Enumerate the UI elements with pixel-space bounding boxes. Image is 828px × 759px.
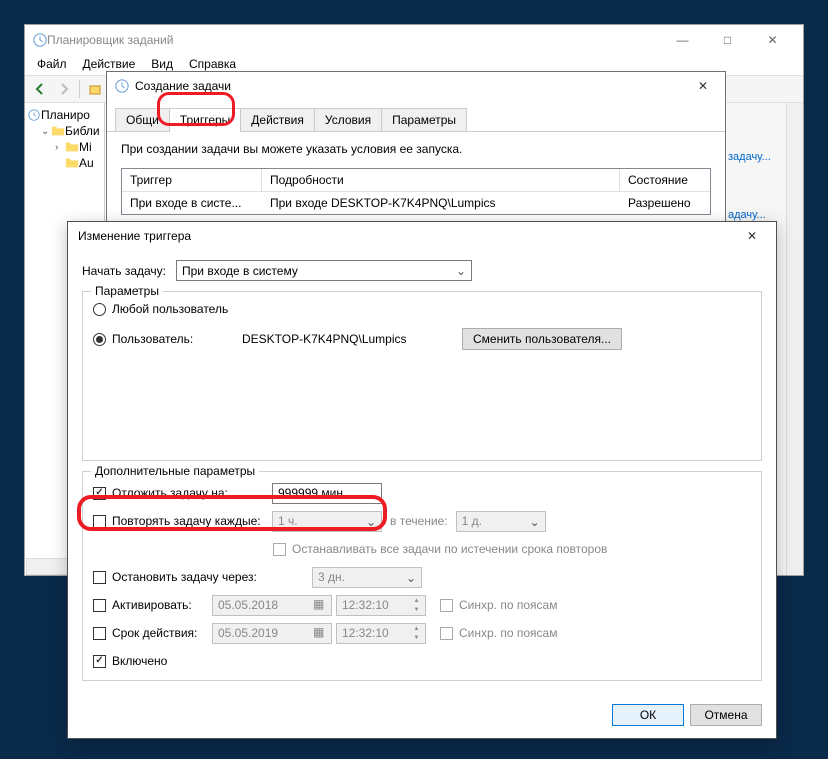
checkbox-delay[interactable] xyxy=(93,487,106,500)
trigger-table: Триггер Подробности Состояние При входе … xyxy=(121,168,711,215)
scrollbar[interactable] xyxy=(786,103,803,575)
maximize-button[interactable]: □ xyxy=(705,26,750,54)
column-details[interactable]: Подробности xyxy=(262,169,620,191)
chevron-down-icon: ⌄ xyxy=(403,570,419,586)
toolbar-action-icon[interactable] xyxy=(84,78,106,100)
radio-specific-user[interactable] xyxy=(93,333,106,346)
repeat-label: Повторять задачу каждые: xyxy=(112,514,272,528)
tab-conditions[interactable]: Условия xyxy=(314,108,382,131)
column-trigger[interactable]: Триггер xyxy=(122,169,262,191)
checkbox-enabled[interactable] xyxy=(93,655,106,668)
chevron-down-icon[interactable]: ⌄ xyxy=(41,126,51,137)
tabs: Общи Триггеры Действия Условия Параметры xyxy=(107,108,725,132)
tab-settings[interactable]: Параметры xyxy=(381,108,467,131)
checkbox-stop-after[interactable] xyxy=(93,571,106,584)
duration-label: в течение: xyxy=(390,514,448,528)
cancel-button[interactable]: Отмена xyxy=(690,704,762,726)
change-user-button[interactable]: Сменить пользователя... xyxy=(462,328,622,350)
calendar-icon: ▦ xyxy=(313,597,329,613)
tab-general[interactable]: Общи xyxy=(115,108,170,131)
column-status[interactable]: Состояние xyxy=(620,169,710,191)
chevron-down-icon: ⌄ xyxy=(453,263,469,279)
activate-label: Активировать: xyxy=(112,598,212,612)
activate-date-input: 05.05.2018 ▦ xyxy=(212,595,332,616)
main-title: Планировщик заданий xyxy=(47,33,660,47)
tab-description: При создании задачи вы можете указать ус… xyxy=(121,142,711,156)
create-title: Создание задачи xyxy=(135,79,689,93)
table-row[interactable]: При входе в систе... При входе DESKTOP-K… xyxy=(122,192,710,214)
tree-library[interactable]: ⌄ Библи xyxy=(27,123,102,139)
main-titlebar[interactable]: Планировщик заданий ― □ ✕ xyxy=(25,25,803,55)
tree-item[interactable]: Au xyxy=(27,155,102,171)
clock-icon xyxy=(115,79,129,93)
advanced-legend: Дополнительные параметры xyxy=(91,464,259,478)
forward-button[interactable] xyxy=(53,78,75,100)
begin-task-combo[interactable]: При входе в систему ⌄ xyxy=(176,260,472,281)
clock-icon xyxy=(27,108,41,122)
expire-date-input: 05.05.2019 ▦ xyxy=(212,623,332,644)
begin-task-label: Начать задачу: xyxy=(82,264,176,278)
spinner-icon: ▲▼ xyxy=(409,596,424,614)
stop-all-label: Останавливать все задачи по истечении ср… xyxy=(292,542,607,556)
sync-tz-label: Синхр. по поясам xyxy=(459,598,557,612)
close-button[interactable]: ✕ xyxy=(738,226,766,246)
delay-label: Отложить задачу на: xyxy=(112,486,272,500)
folder-icon xyxy=(65,156,79,170)
menu-file[interactable]: Файл xyxy=(29,55,75,75)
expire-label: Срок действия: xyxy=(112,626,212,640)
tab-triggers[interactable]: Триггеры xyxy=(169,108,242,131)
checkbox-sync-tz xyxy=(440,627,453,640)
activate-time-input: 12:32:10 ▲▼ xyxy=(336,595,426,616)
chevron-down-icon: ⌄ xyxy=(363,514,379,530)
repeat-combo: 1 ч. ⌄ xyxy=(272,511,382,532)
tab-actions[interactable]: Действия xyxy=(240,108,315,131)
checkbox-stop-all xyxy=(273,543,286,556)
spinner-icon: ▲▼ xyxy=(409,624,424,642)
chevron-right-icon[interactable]: › xyxy=(55,142,65,153)
duration-combo: 1 д. ⌄ xyxy=(456,511,546,532)
close-button[interactable]: ✕ xyxy=(689,76,717,96)
create-titlebar[interactable]: Создание задачи ✕ xyxy=(107,72,725,100)
checkbox-expire[interactable] xyxy=(93,627,106,640)
sync-tz-label: Синхр. по поясам xyxy=(459,626,557,640)
tree-root[interactable]: Планиро xyxy=(27,107,102,123)
checkbox-repeat[interactable] xyxy=(93,515,106,528)
close-button[interactable]: ✕ xyxy=(750,26,795,54)
radio-any-user[interactable] xyxy=(93,303,106,316)
user-value: DESKTOP-K7K4PNQ\Lumpics xyxy=(242,332,462,346)
edit-title: Изменение триггера xyxy=(78,229,738,243)
minimize-button[interactable]: ― xyxy=(660,26,705,54)
delay-combo[interactable]: 999999 мин. ⌄ xyxy=(272,483,382,504)
back-button[interactable] xyxy=(29,78,51,100)
expire-time-input: 12:32:10 ▲▼ xyxy=(336,623,426,644)
any-user-label: Любой пользователь xyxy=(112,302,228,316)
stop-after-label: Остановить задачу через: xyxy=(112,570,272,584)
user-label: Пользователь: xyxy=(112,332,242,346)
tree-microsoft[interactable]: › Mi xyxy=(27,139,102,155)
calendar-icon: ▦ xyxy=(313,625,329,641)
ok-button[interactable]: ОК xyxy=(612,704,684,726)
edit-trigger-dialog: Изменение триггера ✕ Начать задачу: При … xyxy=(67,221,777,739)
folder-icon xyxy=(65,140,79,154)
folder-icon xyxy=(51,124,65,138)
edit-titlebar[interactable]: Изменение триггера ✕ xyxy=(68,222,776,250)
checkbox-activate[interactable] xyxy=(93,599,106,612)
params-legend: Параметры xyxy=(91,284,163,298)
checkbox-sync-tz xyxy=(440,599,453,612)
enabled-label: Включено xyxy=(112,654,272,668)
chevron-down-icon: ⌄ xyxy=(363,486,379,502)
clock-icon xyxy=(33,33,47,47)
stop-after-combo: 3 дн. ⌄ xyxy=(312,567,422,588)
chevron-down-icon: ⌄ xyxy=(527,514,543,530)
